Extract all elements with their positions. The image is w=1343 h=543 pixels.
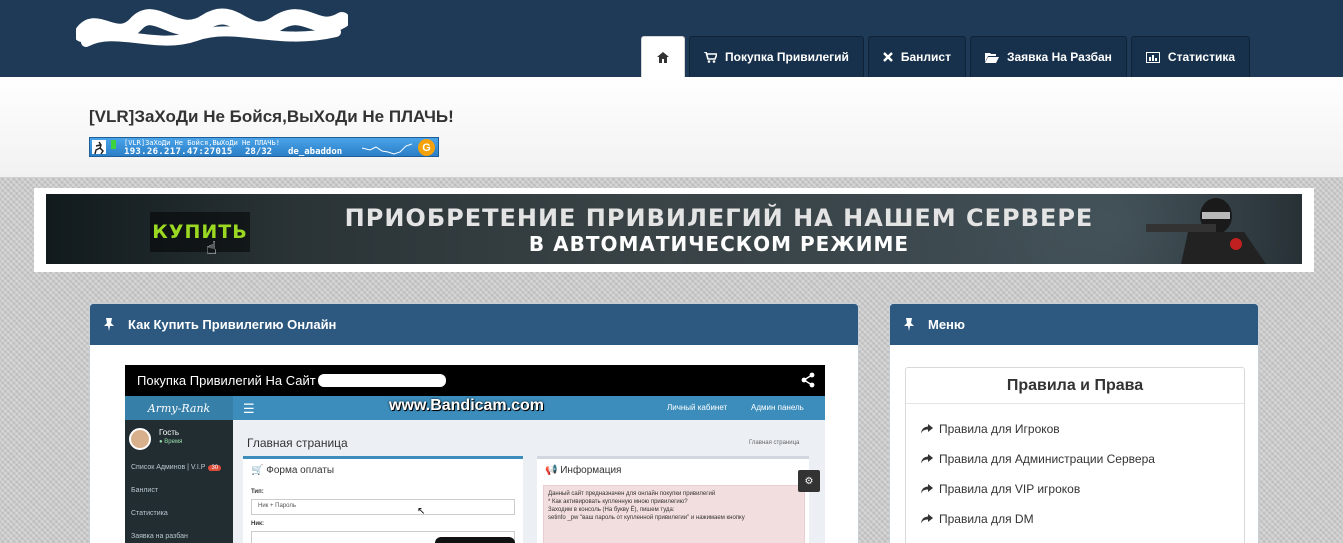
promo-banner-frame: КУПИТЬ ☝ ПРИОБРЕТЕНИЕ ПРИВИЛЕГИЙ НА НАШЕ… — [34, 188, 1314, 272]
page-title: [VLR]ЗаХоДи Не Бойся,ВыХоДи Не ПЛАЧЬ! — [89, 107, 454, 126]
player-graph-icon — [362, 143, 412, 155]
rules-card: Правила и Права Правила для Игроков Прав… — [905, 367, 1245, 543]
rules-link-admins[interactable]: Правила для Администрации Сервера — [906, 444, 1244, 474]
server-address: 193.26.217.47:27015 — [124, 147, 233, 157]
video-sidebar-label: Статистика — [131, 510, 168, 517]
video-info-line: Заходим в консоль (На букву Ё), пишем ту… — [548, 507, 675, 513]
server-status-indicator — [111, 140, 116, 149]
video-type-select: Ник + Пароль — [251, 499, 515, 515]
bar-chart-icon — [1145, 51, 1160, 63]
video-sidebar-item: Статистика — [131, 510, 168, 517]
redacted-text — [317, 374, 446, 387]
nav-tab-banlist[interactable]: Банлист — [867, 36, 966, 77]
how-to-buy-panel: Как Купить Привилегию Онлайн Покупка При… — [89, 303, 859, 543]
counter-strike-icon — [92, 140, 106, 155]
video-sidebar-item: Банлист — [131, 487, 158, 494]
rules-link-label: Правила для Администрации Сервера — [939, 452, 1155, 466]
video-info-box: 📢 Информация Данный сайт предназначен дл… — [537, 456, 809, 543]
share-icon[interactable] — [801, 372, 815, 388]
video-site-brand: Army-Rank — [125, 396, 233, 420]
soldier-illustration — [1146, 198, 1266, 264]
video-info-line: setinfo _pw "ваш пароль от купленной при… — [548, 515, 745, 521]
rules-link-label: Правила для DM — [939, 512, 1034, 526]
share-arrow-icon — [921, 424, 933, 434]
rules-list: Правила для Игроков Правила для Админист… — [906, 404, 1244, 534]
rules-link-label: Правила для VIP игроков — [939, 482, 1081, 496]
avatar — [129, 428, 151, 450]
main-nav: Покупка Привилегий Банлист Заявка На Раз… — [641, 36, 1254, 77]
rules-link-vip[interactable]: Правила для VIP игроков — [906, 474, 1244, 504]
hamburger-icon: ☰ — [243, 401, 255, 416]
video-sidebar-item: Заявка на разбан — [131, 533, 188, 540]
video-sidebar-label: Банлист — [131, 487, 159, 494]
menu-panel: Меню Правила и Права Правила для Игроков… — [889, 303, 1259, 543]
video-frame: Army-Rank ☰ www.Bandicam.com Личный каби… — [125, 396, 825, 543]
rules-link-label: Правила для Игроков — [939, 422, 1060, 436]
video-payment-box: 🛒 Форма оплаты Тип: Ник + Пароль Ник: — [243, 456, 523, 543]
site-logo[interactable] — [76, 6, 348, 54]
video-payment-title: 🛒 Форма оплаты — [251, 465, 335, 476]
nav-tab-label: Статистика — [1167, 50, 1235, 64]
gear-icon: ⚙ — [798, 470, 820, 492]
video-page-title: Главная страница — [247, 436, 348, 450]
video-player[interactable]: Покупка Привилегий На Сайт Army-Rank ☰ w… — [125, 365, 825, 543]
gametracker-logo-icon: G — [418, 139, 435, 156]
video-cabinet-link: Личный кабинет — [667, 403, 728, 412]
close-icon — [883, 52, 893, 62]
panel-heading: Меню — [890, 304, 1258, 345]
folder-open-icon — [984, 52, 999, 63]
server-name: [VLR]ЗаХоДи Не Бойся,ВыХоДи Не ПЛАЧЬ! — [124, 139, 280, 147]
home-icon — [657, 51, 669, 63]
video-info-text: Данный сайт предназначен для онлайн поку… — [543, 485, 805, 543]
video-nick-label: Ник: — [251, 521, 265, 527]
nav-tab-label: Банлист — [900, 50, 951, 64]
video-title: Покупка Привилегий На Сайт — [137, 373, 316, 388]
nav-tab-buy-privileges[interactable]: Покупка Привилегий — [689, 36, 864, 77]
video-watermark: www.Bandicam.com — [389, 397, 544, 414]
rules-link-dm[interactable]: Правила для DM — [906, 504, 1244, 534]
nav-tab-home[interactable] — [641, 36, 685, 77]
video-online-label: ● Время — [159, 439, 183, 445]
server-players: 28/32 — [245, 147, 273, 157]
server-map: de_abaddon — [288, 147, 343, 157]
nav-tab-unban-request[interactable]: Заявка На Разбан — [969, 36, 1127, 77]
video-title-bar: Покупка Привилегий На Сайт — [125, 365, 825, 396]
video-info-line: * Как активировать купленную мною привил… — [548, 499, 688, 505]
video-sidebar-item: Список Админов | V.I.P 30 — [131, 464, 222, 471]
video-type-label: Тип: — [251, 489, 264, 495]
nav-tab-label: Покупка Привилегий — [725, 50, 849, 64]
promo-subheadline: В АВТОМАТИЧЕСКОМ РЕЖИМЕ — [528, 232, 910, 256]
video-info-title: 📢 Информация — [545, 465, 622, 476]
promo-banner[interactable]: КУПИТЬ ☝ ПРИОБРЕТЕНИЕ ПРИВИЛЕГИЙ НА НАШЕ… — [46, 194, 1302, 264]
pushpin-icon — [104, 318, 114, 331]
rules-link-players[interactable]: Правила для Игроков — [906, 414, 1244, 444]
video-breadcrumb: Главная страница — [749, 440, 800, 446]
nav-tab-label: Заявка На Разбан — [1006, 50, 1112, 64]
video-sidebar-label: Список Админов | V.I.P — [131, 464, 206, 471]
video-site-sidebar: Гость ● Время Список Админов | V.I.P 30 Б… — [125, 420, 233, 543]
video-info-line: Данный сайт предназначен для онлайн поку… — [548, 491, 716, 497]
share-arrow-icon — [921, 484, 933, 494]
rules-card-title: Правила и Права — [906, 368, 1244, 404]
video-sidebar-badge: 30 — [208, 465, 222, 471]
panel-title: Как Купить Привилегию Онлайн — [128, 317, 337, 332]
panel-title: Меню — [928, 317, 966, 332]
top-navbar: Покупка Привилегий Банлист Заявка На Раз… — [0, 0, 1343, 77]
share-arrow-icon — [921, 514, 933, 524]
video-overlay-control — [435, 537, 515, 543]
video-guest-label: Гость — [159, 428, 180, 437]
cursor-icon: ↖ — [417, 506, 426, 517]
share-arrow-icon — [921, 454, 933, 464]
video-sidebar-label: Заявка на разбан — [131, 533, 188, 540]
video-admin-link: Админ панель — [751, 403, 804, 412]
nav-tab-statistics[interactable]: Статистика — [1130, 36, 1250, 77]
panel-heading: Как Купить Привилегию Онлайн — [90, 304, 858, 345]
server-monitor-banner[interactable]: [VLR]ЗаХоДи Не Бойся,ВыХоДи Не ПЛАЧЬ! 19… — [89, 137, 439, 157]
pushpin-icon — [904, 318, 914, 331]
cart-icon — [704, 51, 717, 63]
promo-headline: ПРИОБРЕТЕНИЕ ПРИВИЛЕГИЙ НА НАШЕМ СЕРВЕРЕ — [344, 204, 1094, 232]
header-strip: [VLR]ЗаХоДи Не Бойся,ВыХоДи Не ПЛАЧЬ! [V… — [0, 77, 1343, 178]
